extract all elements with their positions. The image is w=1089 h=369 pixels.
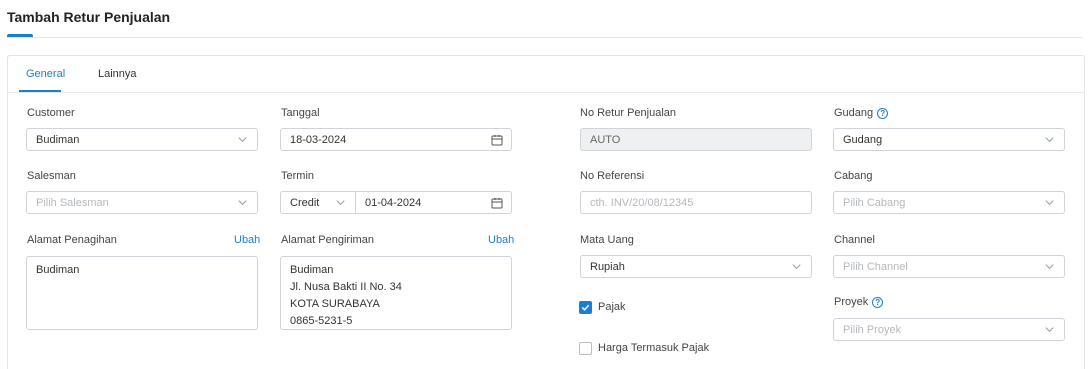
address-line: Budiman bbox=[290, 264, 334, 276]
termin-type-value: Credit bbox=[290, 196, 320, 209]
channel-select[interactable]: Pilih Channel bbox=[833, 255, 1065, 278]
salesman-label: Salesman bbox=[27, 170, 76, 182]
active-tab-indicator bbox=[19, 90, 61, 92]
alamat-pengiriman-textarea[interactable]: Budiman Jl. Nusa Bakti II No. 34 KOTA SU… bbox=[280, 256, 512, 330]
title-divider bbox=[7, 37, 1083, 38]
salesman-placeholder: Pilih Salesman bbox=[36, 196, 109, 209]
proyek-label-wrap: Proyek? bbox=[834, 296, 884, 308]
proyek-placeholder: Pilih Proyek bbox=[843, 323, 902, 336]
customer-select[interactable]: Budiman bbox=[26, 128, 258, 151]
gudang-label-wrap: Gudang? bbox=[834, 107, 889, 119]
chevron-down-icon bbox=[1045, 327, 1054, 333]
channel-placeholder: Pilih Channel bbox=[843, 260, 908, 273]
form-card: General Lainnya Customer Budiman Tanggal… bbox=[7, 55, 1085, 369]
proyek-label: Proyek bbox=[834, 296, 869, 308]
alamat-pengiriman-label: Alamat Pengiriman bbox=[281, 234, 374, 246]
cabang-select[interactable]: Pilih Cabang bbox=[833, 191, 1065, 214]
gudang-label: Gudang bbox=[834, 107, 874, 119]
help-icon[interactable]: ? bbox=[872, 296, 884, 308]
alamat-penagihan-textarea[interactable]: Budiman bbox=[26, 256, 258, 330]
chevron-down-icon bbox=[238, 137, 247, 143]
calendar-icon bbox=[491, 135, 503, 146]
tab-lainnya[interactable]: Lainnya bbox=[98, 68, 137, 80]
address-line: Jl. Nusa Bakti II No. 34 bbox=[290, 281, 402, 293]
no-referensi-label: No Referensi bbox=[580, 170, 645, 182]
harga-termasuk-pajak-label: Harga Termasuk Pajak bbox=[598, 342, 710, 354]
harga-termasuk-pajak-checkbox[interactable] bbox=[579, 342, 592, 355]
salesman-select[interactable]: Pilih Salesman bbox=[26, 191, 258, 214]
proyek-select[interactable]: Pilih Proyek bbox=[833, 318, 1065, 341]
termin-date-value: 01-04-2024 bbox=[365, 196, 422, 209]
tanggal-label: Tanggal bbox=[281, 107, 320, 119]
customer-label: Customer bbox=[27, 107, 75, 119]
mata-uang-value: Rupiah bbox=[590, 260, 625, 273]
no-referensi-input[interactable]: cth. INV/20/08/12345 bbox=[580, 191, 812, 214]
customer-value: Budiman bbox=[36, 133, 80, 146]
termin-label: Termin bbox=[281, 170, 315, 182]
check-icon bbox=[581, 304, 590, 311]
cabang-placeholder: Pilih Cabang bbox=[843, 196, 906, 209]
chevron-down-icon bbox=[336, 200, 345, 206]
tanggal-value: 18-03-2024 bbox=[290, 133, 347, 146]
tab-bar: General Lainnya bbox=[8, 56, 1084, 93]
chevron-down-icon bbox=[1045, 200, 1054, 206]
address-line: 0865-5231-5 bbox=[290, 315, 353, 327]
gudang-value: Gudang bbox=[843, 133, 883, 146]
ubah-penagihan-link[interactable]: Ubah bbox=[234, 234, 260, 246]
calendar-icon bbox=[491, 198, 503, 209]
ubah-pengiriman-link[interactable]: Ubah bbox=[488, 234, 514, 246]
mata-uang-label: Mata Uang bbox=[580, 234, 634, 246]
alamat-penagihan-label: Alamat Penagihan bbox=[27, 234, 117, 246]
cabang-label: Cabang bbox=[834, 170, 873, 182]
chevron-down-icon bbox=[1045, 137, 1054, 143]
help-icon[interactable]: ? bbox=[877, 107, 889, 119]
no-retur-label: No Retur Penjualan bbox=[580, 107, 677, 119]
channel-label: Channel bbox=[834, 234, 875, 246]
tanggal-date-field[interactable]: 18-03-2024 bbox=[280, 128, 512, 151]
no-retur-value: AUTO bbox=[590, 133, 621, 146]
no-retur-field: AUTO bbox=[580, 128, 812, 151]
chevron-down-icon bbox=[792, 264, 801, 270]
page-title: Tambah Retur Penjualan bbox=[7, 9, 171, 25]
address-line: KOTA SURABAYA bbox=[290, 298, 380, 310]
mata-uang-select[interactable]: Rupiah bbox=[580, 255, 812, 278]
tab-general[interactable]: General bbox=[26, 68, 65, 80]
chevron-down-icon bbox=[1045, 264, 1054, 270]
alamat-penagihan-value: Budiman bbox=[36, 264, 80, 276]
gudang-select[interactable]: Gudang bbox=[833, 128, 1065, 151]
chevron-down-icon bbox=[238, 200, 247, 206]
pajak-label: Pajak bbox=[598, 301, 626, 313]
pajak-checkbox[interactable] bbox=[579, 301, 592, 314]
no-referensi-placeholder: cth. INV/20/08/12345 bbox=[590, 196, 694, 209]
termin-type-select[interactable]: Credit bbox=[280, 191, 356, 214]
termin-date-field[interactable]: 01-04-2024 bbox=[355, 191, 512, 214]
